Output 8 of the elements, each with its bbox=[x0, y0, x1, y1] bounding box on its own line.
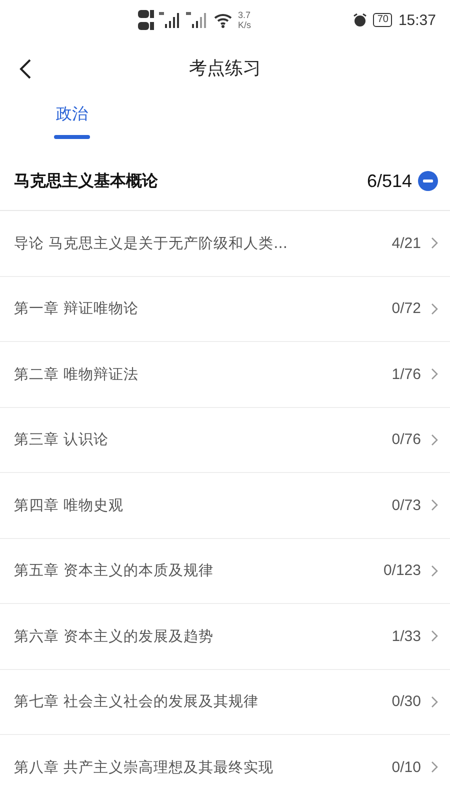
page-title: 考点练习 bbox=[189, 57, 261, 80]
clock: 15:37 bbox=[398, 12, 436, 28]
chapter-progress: 0/30 bbox=[392, 693, 421, 710]
speed-unit: K/s bbox=[238, 20, 252, 30]
battery-level: 70 bbox=[373, 13, 392, 27]
section-title: 马克思主义基本概论 bbox=[14, 170, 159, 192]
network-speed: 3.7 bbox=[238, 10, 252, 20]
chapter-progress: 0/10 bbox=[392, 758, 421, 776]
